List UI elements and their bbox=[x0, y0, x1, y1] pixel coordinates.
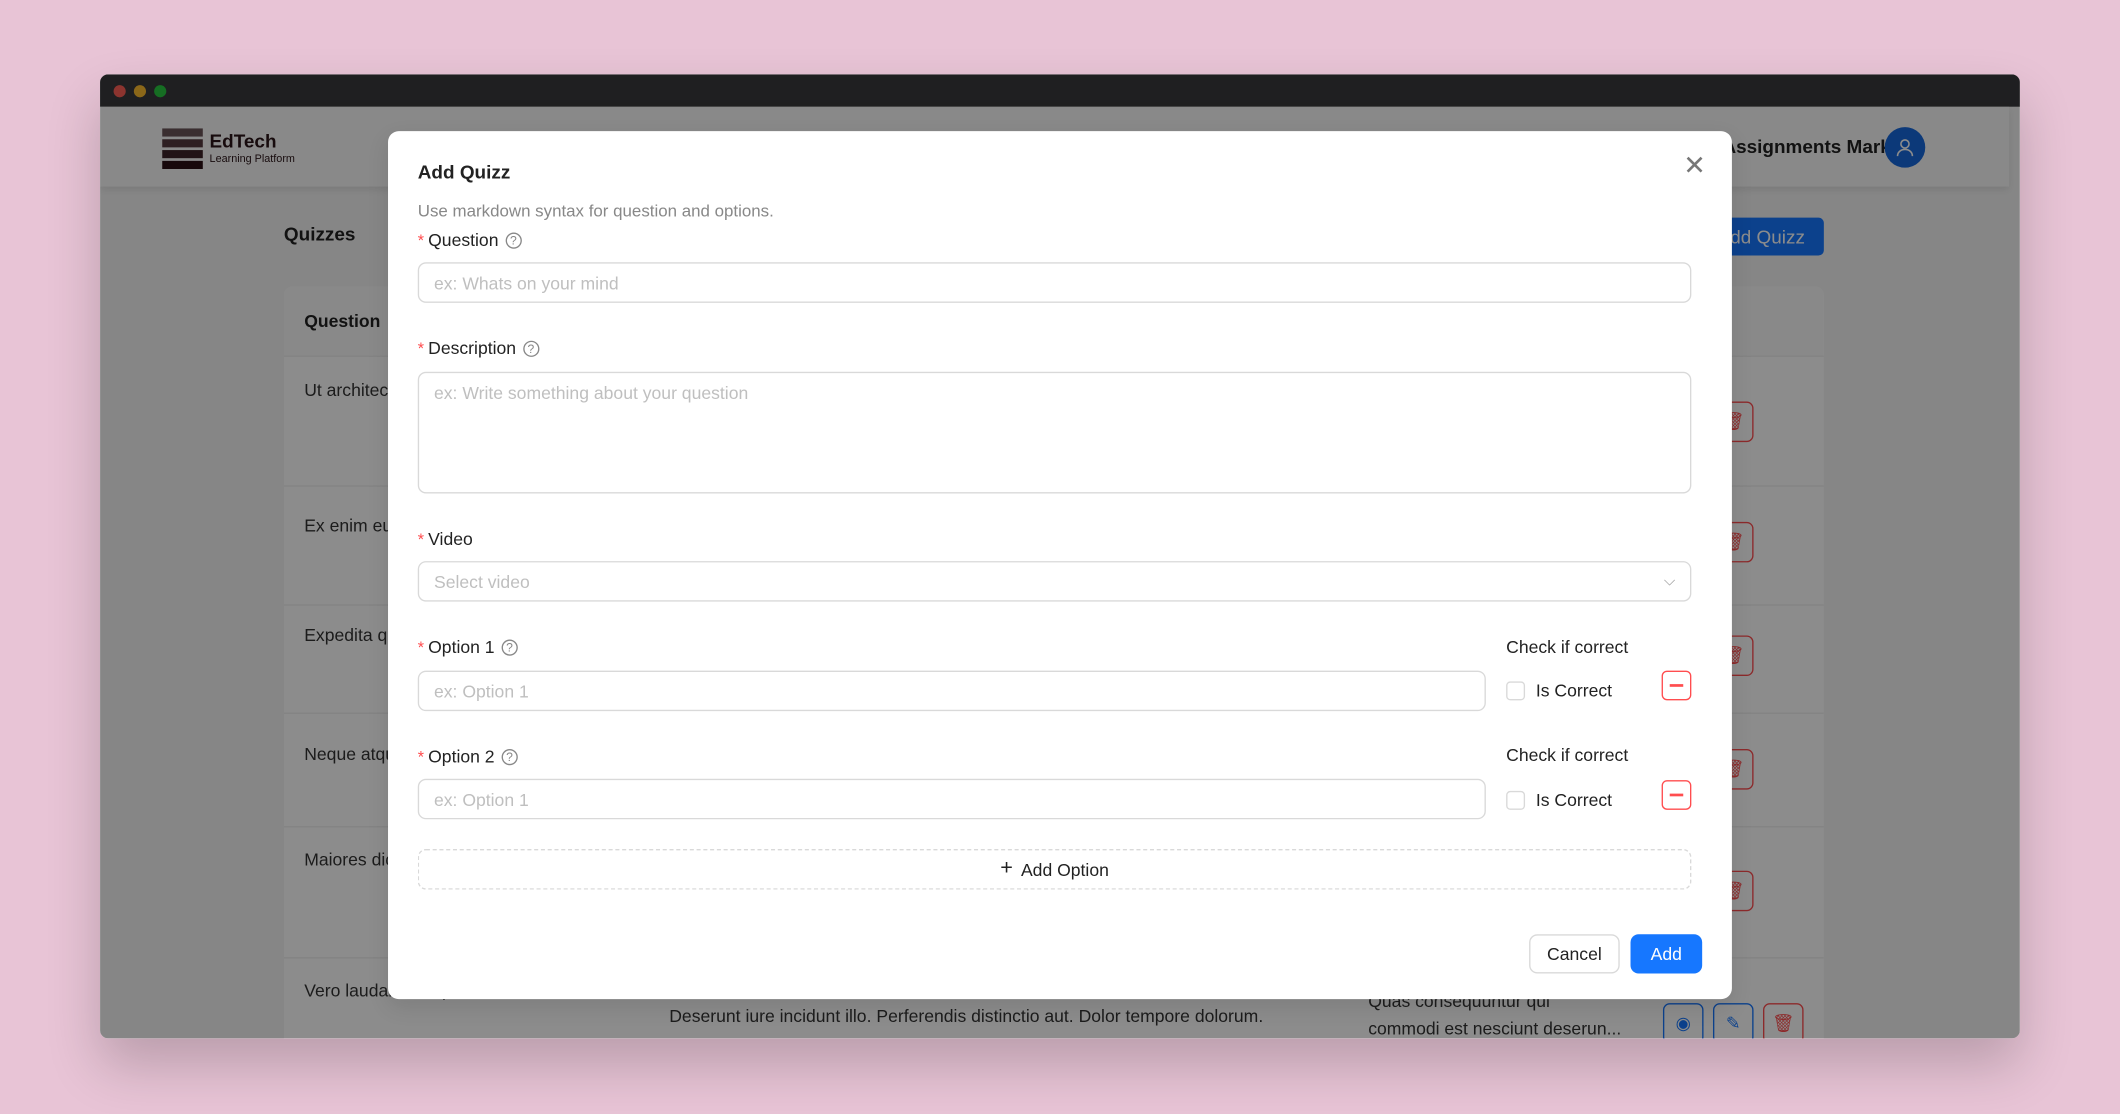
option-1-input[interactable] bbox=[417, 670, 1486, 712]
cancel-button[interactable]: Cancel bbox=[1529, 934, 1620, 974]
video-label: * Video bbox=[417, 528, 473, 549]
remove-option-1-button[interactable] bbox=[1661, 670, 1692, 701]
minus-icon bbox=[1669, 793, 1684, 796]
help-icon[interactable]: ? bbox=[501, 638, 518, 656]
check-if-correct-label: Check if correct bbox=[1506, 744, 1629, 766]
close-icon[interactable]: ✕ bbox=[1683, 153, 1706, 180]
question-label: * Question? bbox=[418, 230, 522, 250]
check-if-correct-label: Check if correct bbox=[1506, 636, 1629, 658]
option-2-correct-checkbox[interactable]: Is Correct bbox=[1506, 790, 1612, 810]
plus-icon: + bbox=[1000, 857, 1013, 881]
modal-title: Add Quizz bbox=[417, 160, 511, 183]
option-2-label: * Option 2? bbox=[418, 746, 518, 767]
modal-hint: Use markdown syntax for question and opt… bbox=[417, 201, 774, 221]
remove-option-2-button[interactable] bbox=[1661, 780, 1692, 810]
help-icon[interactable]: ? bbox=[501, 748, 518, 765]
add-quizz-modal: Add Quizz ✕ Use markdown syntax for ques… bbox=[388, 131, 1732, 1000]
help-icon[interactable]: ? bbox=[522, 340, 540, 357]
help-icon[interactable]: ? bbox=[505, 231, 522, 249]
add-button[interactable]: Add bbox=[1630, 934, 1703, 974]
option-1-correct-checkbox[interactable]: Is Correct bbox=[1506, 680, 1612, 700]
option-1-label: * Option 1? bbox=[418, 637, 518, 657]
add-option-button[interactable]: + Add Option bbox=[417, 849, 1692, 890]
chevron-down-icon: ⌵ bbox=[1663, 572, 1676, 589]
video-select[interactable]: Select video ⌵ bbox=[417, 561, 1692, 602]
question-input[interactable] bbox=[417, 262, 1692, 303]
minus-icon bbox=[1669, 684, 1684, 687]
description-textarea[interactable] bbox=[417, 371, 1692, 494]
description-label: * Description? bbox=[418, 338, 540, 358]
option-2-input[interactable] bbox=[417, 778, 1486, 820]
